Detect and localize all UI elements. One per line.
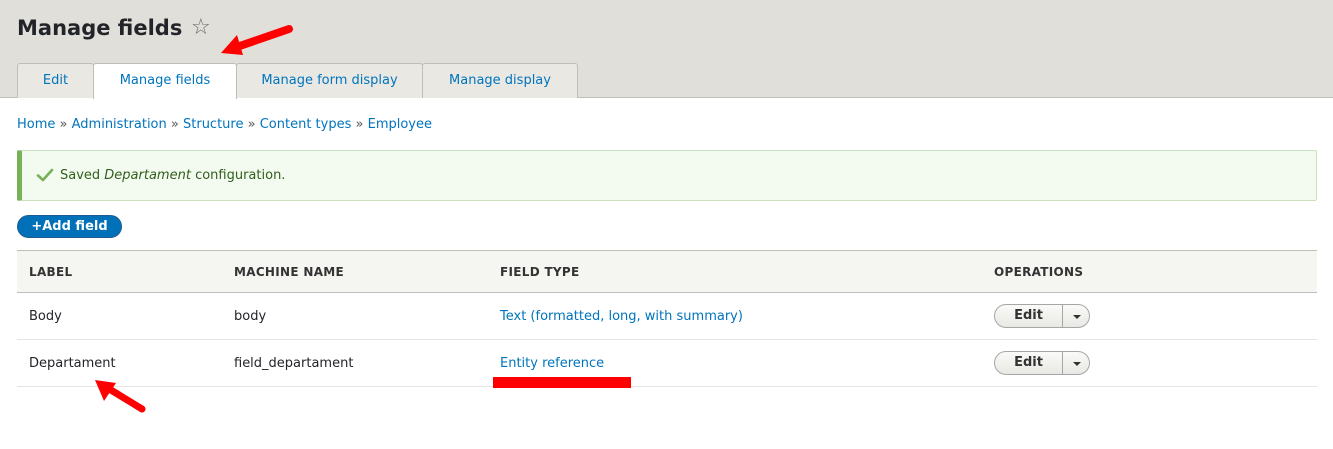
breadcrumb: Home » Administration » Structure » Cont… (17, 116, 432, 134)
page-title: Manage fields (17, 16, 183, 40)
star-icon[interactable]: ☆ (191, 14, 211, 42)
fields-table: LABEL MACHINE NAME FIELD TYPE OPERATIONS… (17, 250, 1317, 387)
check-icon (36, 168, 54, 182)
field-machine-name: field_departament (222, 339, 488, 387)
breadcrumb-separator: » (170, 117, 183, 132)
operations-cell: Edit (982, 292, 1317, 340)
tab-manage-form-display[interactable]: Manage form display (236, 63, 423, 98)
status-message-text: Saved Departament configuration. (60, 167, 285, 185)
tab-bar: Edit Manage fields Manage form display M… (17, 63, 578, 99)
breadcrumb-employee[interactable]: Employee (368, 117, 432, 132)
annotation-underline (493, 377, 631, 388)
message-prefix: Saved (60, 168, 105, 183)
operations-cell: Edit (982, 339, 1317, 387)
operations-dropbutton: Edit (994, 304, 1090, 328)
dropdown-toggle-icon[interactable] (1062, 305, 1089, 327)
field-type-cell: Text (formatted, long, with summary) (488, 292, 982, 340)
add-field-label: Add field (42, 219, 108, 234)
breadcrumb-separator: » (355, 117, 368, 132)
table-row: Body body Text (formatted, long, with su… (17, 292, 1317, 340)
breadcrumb-separator: » (247, 117, 260, 132)
message-field-name: Departament (104, 168, 191, 183)
breadcrumb-administration[interactable]: Administration (72, 117, 167, 132)
tab-edit[interactable]: Edit (17, 63, 94, 98)
breadcrumb-structure[interactable]: Structure (183, 117, 243, 132)
table-row: Departament field_departament Entity ref… (17, 339, 1317, 387)
field-machine-name: body (222, 292, 488, 340)
annotation-arrow-icon (95, 380, 146, 413)
annotation-arrow-icon (221, 25, 293, 55)
field-type-link[interactable]: Text (formatted, long, with summary) (500, 309, 743, 324)
dropdown-toggle-icon[interactable] (1062, 352, 1089, 374)
status-message: Saved Departament configuration. (17, 150, 1317, 201)
breadcrumb-content-types[interactable]: Content types (260, 117, 352, 132)
edit-button[interactable]: Edit (995, 305, 1062, 327)
tab-manage-display[interactable]: Manage display (422, 63, 578, 98)
table-header-row: LABEL MACHINE NAME FIELD TYPE OPERATIONS (17, 250, 1317, 293)
add-field-button[interactable]: +Add field (17, 215, 122, 238)
page-header: Manage fields ☆ Edit Manage fields Manag… (0, 0, 1333, 99)
edit-button[interactable]: Edit (995, 352, 1062, 374)
tab-manage-fields[interactable]: Manage fields (93, 63, 237, 99)
plus-icon: + (31, 219, 43, 234)
field-label: Body (17, 292, 222, 340)
breadcrumb-separator: » (59, 117, 72, 132)
header-field-type: FIELD TYPE (500, 264, 580, 279)
header-label: LABEL (29, 264, 73, 279)
message-suffix: configuration. (190, 168, 286, 183)
breadcrumb-home[interactable]: Home (17, 117, 55, 132)
header-machine-name: MACHINE NAME (234, 264, 345, 279)
header-operations: OPERATIONS (994, 264, 1084, 279)
field-type-link[interactable]: Entity reference (500, 356, 604, 371)
operations-dropbutton: Edit (994, 351, 1090, 375)
